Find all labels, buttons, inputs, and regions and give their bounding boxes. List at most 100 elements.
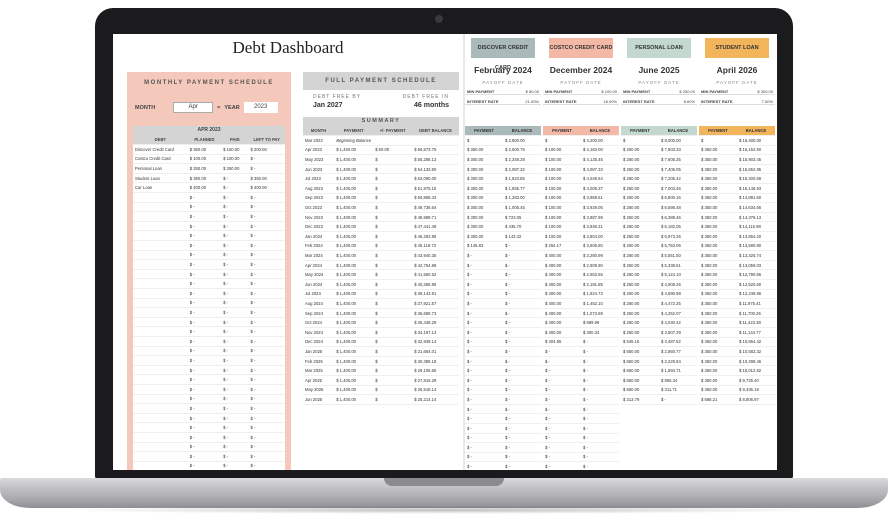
table-cell[interactable]: $ - bbox=[221, 230, 249, 242]
table-cell[interactable] bbox=[133, 365, 188, 376]
table-cell[interactable]: $ - bbox=[221, 326, 249, 337]
table-cell[interactable]: $ - bbox=[248, 250, 285, 261]
table-cell[interactable]: $ 1,400.00 bbox=[334, 183, 374, 194]
table-cell[interactable]: $ - bbox=[221, 192, 249, 203]
table-cell[interactable]: $ 250.00 bbox=[621, 241, 659, 252]
table-cell[interactable]: $ 1,400.00 bbox=[334, 193, 374, 204]
table-cell[interactable]: $ - bbox=[221, 461, 249, 470]
table-cell[interactable]: $ 250.00 bbox=[621, 269, 659, 280]
table-cell[interactable]: $ - bbox=[248, 384, 285, 395]
table-cell[interactable]: $ - bbox=[187, 422, 222, 433]
table-cell[interactable]: $ - bbox=[187, 403, 222, 414]
table-cell[interactable]: Nov 2024 bbox=[303, 327, 335, 338]
table-cell[interactable]: $ 250.00 bbox=[621, 164, 659, 175]
table-cell[interactable]: $ 51,975.15 bbox=[412, 183, 459, 194]
table-cell[interactable] bbox=[133, 346, 188, 357]
table-cell[interactable]: $ 250.00 bbox=[621, 260, 659, 271]
table-cell[interactable]: $ - bbox=[503, 241, 541, 252]
table-cell[interactable]: $ - bbox=[248, 451, 285, 462]
table-cell[interactable]: Aug 2023 bbox=[303, 183, 335, 194]
table-cell[interactable]: $ 4,908.26 bbox=[659, 279, 697, 290]
table-cell[interactable]: $ bbox=[373, 164, 413, 175]
table-cell[interactable]: $ - bbox=[187, 259, 222, 270]
table-cell[interactable] bbox=[133, 374, 188, 385]
table-cell[interactable]: Mar 2023 bbox=[303, 135, 335, 146]
table-cell[interactable]: $ 1,400.00 bbox=[334, 260, 374, 271]
table-cell[interactable]: $ 350.00 bbox=[187, 144, 222, 155]
table-cell[interactable]: $ 400.00 bbox=[543, 317, 581, 328]
table-cell[interactable]: $ 350.00 bbox=[699, 327, 737, 338]
table-cell[interactable]: $ 150.00 bbox=[221, 144, 249, 155]
table-cell[interactable] bbox=[133, 403, 188, 414]
table-cell[interactable]: $ - bbox=[503, 413, 541, 424]
table-cell[interactable]: $ - bbox=[187, 451, 222, 462]
table-cell[interactable]: $ 2,860.77 bbox=[659, 346, 697, 357]
table-cell[interactable]: $ - bbox=[221, 288, 249, 299]
table-cell[interactable]: $ 300.34 bbox=[581, 327, 619, 338]
table-cell[interactable]: $ 313.79 bbox=[621, 394, 659, 405]
table-cell[interactable]: $ - bbox=[221, 365, 249, 376]
table-cell[interactable]: $ 300.00 bbox=[465, 164, 503, 175]
table-cell[interactable]: $ 300.00 bbox=[465, 231, 503, 242]
table-cell[interactable]: $ - bbox=[248, 307, 285, 318]
table-cell[interactable]: $ 143.32 bbox=[503, 231, 541, 242]
table-cell[interactable]: $ 10,298.46 bbox=[737, 356, 775, 367]
table-cell[interactable]: $ 100.00 bbox=[221, 154, 249, 165]
table-cell[interactable]: $ 4,125.45 bbox=[581, 154, 619, 165]
table-cell[interactable]: $ 1,005.45 bbox=[503, 202, 541, 213]
table-cell[interactable]: $ 300.00 bbox=[465, 154, 503, 165]
table-cell[interactable]: $ bbox=[373, 212, 413, 223]
table-cell[interactable]: $ - bbox=[543, 365, 581, 376]
table-cell[interactable]: May 2024 bbox=[303, 269, 335, 280]
table-cell[interactable]: $ - bbox=[248, 230, 285, 242]
table-cell[interactable]: $ - bbox=[503, 404, 541, 415]
table-cell[interactable]: $ 300.00 bbox=[465, 221, 503, 233]
table-cell[interactable]: $ 1,400.00 bbox=[334, 356, 374, 367]
table-cell[interactable]: $ - bbox=[581, 337, 619, 348]
table-cell[interactable]: $ - bbox=[465, 356, 503, 367]
table-cell[interactable]: $ - bbox=[581, 404, 619, 415]
table-cell[interactable]: $ 27,815.29 bbox=[412, 375, 459, 386]
table-cell[interactable]: $ 350.00 bbox=[699, 183, 737, 194]
table-cell[interactable]: $ 254.17 bbox=[543, 241, 581, 252]
table-cell[interactable]: $ - bbox=[248, 461, 285, 470]
table-cell[interactable]: Sep 2024 bbox=[303, 308, 335, 319]
table-cell[interactable] bbox=[133, 278, 188, 289]
table-cell[interactable]: $ 350.00 bbox=[465, 145, 503, 156]
table-cell[interactable]: $ - bbox=[248, 192, 285, 203]
table-cell[interactable]: $ - bbox=[581, 385, 619, 396]
table-cell[interactable]: $ 100.00 bbox=[187, 154, 222, 165]
table-cell[interactable]: $ 350.00 bbox=[699, 164, 737, 175]
table-cell[interactable]: $ 1,400.00 bbox=[334, 385, 374, 396]
table-cell[interactable]: $ - bbox=[187, 355, 222, 366]
table-cell[interactable]: $ 36,689.73 bbox=[412, 308, 459, 319]
table-cell[interactable]: $ bbox=[543, 135, 581, 146]
table-cell[interactable]: $ - bbox=[543, 442, 581, 453]
table-cell[interactable]: $ 11,700.26 bbox=[737, 308, 775, 319]
table-cell[interactable]: $ - bbox=[581, 461, 619, 470]
table-cell[interactable]: $ - bbox=[503, 375, 541, 386]
table-cell[interactable]: $ 250.00 bbox=[621, 154, 659, 165]
table-cell[interactable]: $ - bbox=[581, 423, 619, 434]
table-cell[interactable]: $ bbox=[373, 202, 413, 213]
table-cell[interactable]: $ 304.85 bbox=[543, 337, 581, 348]
table-cell[interactable]: $ bbox=[373, 365, 413, 376]
table-cell[interactable] bbox=[133, 269, 188, 280]
table-cell[interactable]: $ bbox=[373, 327, 413, 338]
table-cell[interactable]: $ - bbox=[503, 279, 541, 290]
table-cell[interactable]: $ - bbox=[465, 289, 503, 300]
table-cell[interactable] bbox=[133, 384, 188, 395]
table-cell[interactable]: $ bbox=[373, 173, 413, 185]
table-cell[interactable]: $ - bbox=[581, 413, 619, 424]
table-cell[interactable]: $ - bbox=[503, 433, 541, 444]
table-cell[interactable]: $ 300.00 bbox=[465, 212, 503, 223]
table-cell[interactable]: $ 300.00 bbox=[465, 193, 503, 204]
table-cell[interactable]: $ 10,582.32 bbox=[737, 346, 775, 357]
table-cell[interactable]: $ 4,252.07 bbox=[659, 308, 697, 319]
table-cell[interactable]: $ 1,400.00 bbox=[334, 154, 374, 165]
table-cell[interactable]: $ 2,348.28 bbox=[503, 154, 541, 165]
table-cell[interactable]: Car Loan bbox=[133, 182, 188, 194]
table-cell[interactable]: $ - bbox=[248, 211, 285, 222]
table-cell[interactable]: $ bbox=[373, 308, 413, 319]
table-cell[interactable]: $ 3,887.99 bbox=[581, 212, 619, 223]
